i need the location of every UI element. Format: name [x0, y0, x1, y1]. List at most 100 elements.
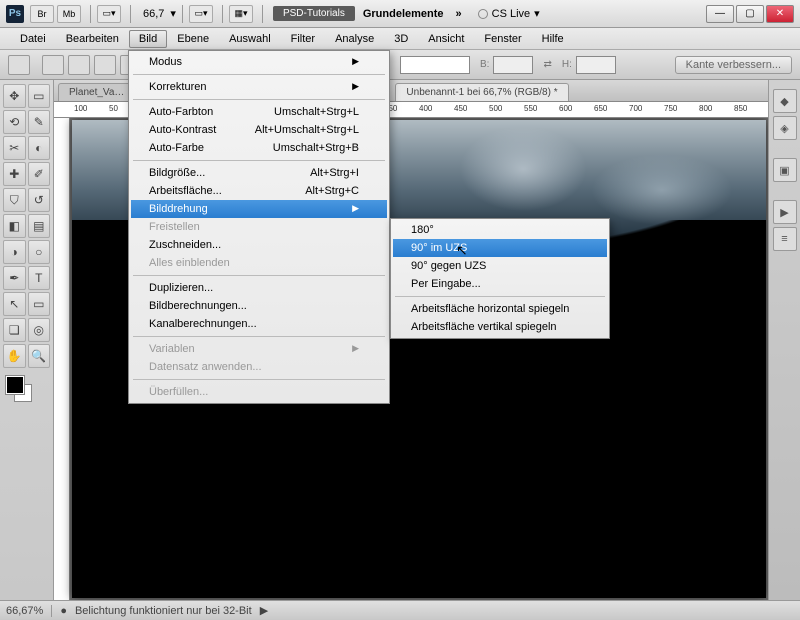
- submenu-bilddrehung: 180° 90° im UZS 90° gegen UZS Per Eingab…: [390, 218, 610, 339]
- move-tool[interactable]: ✥: [3, 84, 26, 108]
- close-button[interactable]: ✕: [766, 5, 794, 23]
- panel-icon-1[interactable]: ◆: [773, 89, 797, 113]
- hand-tool[interactable]: ✋: [3, 344, 26, 368]
- menu-fenster[interactable]: Fenster: [474, 30, 531, 48]
- menu-ebene[interactable]: Ebene: [167, 30, 219, 48]
- selection-new[interactable]: [42, 55, 64, 75]
- dodge-tool[interactable]: ○: [28, 240, 51, 264]
- mi-auto-farbton[interactable]: Auto-FarbtonUmschalt+Strg+L: [131, 103, 387, 121]
- maximize-button[interactable]: ▢: [736, 5, 764, 23]
- options-bar: B: ⇄ H: Kante verbessern...: [0, 50, 800, 80]
- mi-modus[interactable]: Modus▶: [131, 53, 387, 71]
- mi-freistellen: Freistellen: [131, 218, 387, 236]
- panel-icon-4[interactable]: ▶: [773, 200, 797, 224]
- mi-alles-einblenden: Alles einblenden: [131, 254, 387, 272]
- ruler-vertical: [54, 118, 70, 600]
- camera-tool[interactable]: ◎: [28, 318, 51, 342]
- menubar: Datei Bearbeiten Bild Ebene Auswahl Filt…: [0, 28, 800, 50]
- shape-tool[interactable]: ▭: [28, 292, 51, 316]
- mi-variablen: Variablen▶: [131, 340, 387, 358]
- gradient-tool[interactable]: ▤: [28, 214, 51, 238]
- tab-unbenannt[interactable]: Unbenannt-1 bei 66,7% (RGB/8) *: [395, 83, 568, 101]
- height-field[interactable]: [576, 56, 616, 74]
- mi-rotate-arbitrary[interactable]: Per Eingabe...: [393, 275, 607, 293]
- pen-tool[interactable]: ✒: [3, 266, 26, 290]
- view-extras-button[interactable]: ▭▾: [189, 5, 213, 23]
- eyedropper-tool[interactable]: ◐: [28, 136, 51, 160]
- menu-auswahl[interactable]: Auswahl: [219, 30, 281, 48]
- quick-select-tool[interactable]: ✎: [28, 110, 51, 134]
- zoom-tool[interactable]: 🔍: [28, 344, 51, 368]
- minimize-button[interactable]: —: [706, 5, 734, 23]
- eraser-tool[interactable]: ◧: [3, 214, 26, 238]
- minibridge-button[interactable]: Mb: [57, 5, 81, 23]
- crop-tool[interactable]: ✂: [3, 136, 26, 160]
- workspace-label[interactable]: Grundelemente: [363, 8, 444, 20]
- mi-arbeitsflaeche[interactable]: Arbeitsfläche...Alt+Strg+C: [131, 182, 387, 200]
- menu-analyse[interactable]: Analyse: [325, 30, 384, 48]
- brush-tool[interactable]: ✐: [28, 162, 51, 186]
- panel-icon-2[interactable]: ◈: [773, 116, 797, 140]
- menu-datei[interactable]: Datei: [10, 30, 56, 48]
- foreground-color[interactable]: [6, 376, 24, 394]
- status-arrow-icon[interactable]: ▶: [260, 604, 268, 617]
- mi-auto-kontrast[interactable]: Auto-KontrastAlt+Umschalt+Strg+L: [131, 121, 387, 139]
- selection-subtract[interactable]: [94, 55, 116, 75]
- workspace-more-icon[interactable]: »: [456, 8, 462, 20]
- panel-icon-5[interactable]: ≡: [773, 227, 797, 251]
- statusbar: 66,67% ● Belichtung funktioniert nur bei…: [0, 600, 800, 620]
- panel-icon-3[interactable]: ▣: [773, 158, 797, 182]
- menu-bearbeiten[interactable]: Bearbeiten: [56, 30, 129, 48]
- stamp-tool[interactable]: ⛉: [3, 188, 26, 212]
- color-swatches[interactable]: [6, 376, 36, 404]
- blur-tool[interactable]: ◑: [3, 240, 26, 264]
- mi-rotate-90-cw[interactable]: 90° im UZS: [393, 239, 607, 257]
- bridge-button[interactable]: Br: [30, 5, 54, 23]
- mi-datensatz: Datensatz anwenden...: [131, 358, 387, 376]
- workspace: ✥▭ ⟲✎ ✂◐ ✚✐ ⛉↺ ◧▤ ◑○ ✒T ↖▭ ❏◎ ✋🔍 Planet_…: [0, 80, 800, 600]
- menu-bild-dropdown: Modus▶ Korrekturen▶ Auto-FarbtonUmschalt…: [128, 50, 390, 404]
- history-brush-tool[interactable]: ↺: [28, 188, 51, 212]
- mi-rotate-90-ccw[interactable]: 90° gegen UZS: [393, 257, 607, 275]
- zoom-level[interactable]: 66,7: [143, 8, 164, 20]
- chevron-down-icon[interactable]: ▾: [170, 7, 176, 20]
- mi-auto-farbe[interactable]: Auto-FarbeUmschalt+Strg+B: [131, 139, 387, 157]
- screen-mode-button[interactable]: ▭▾: [97, 5, 121, 23]
- arrange-docs-button[interactable]: ▦▾: [229, 5, 253, 23]
- swap-icon[interactable]: ⇄: [543, 59, 551, 70]
- mi-duplizieren[interactable]: Duplizieren...: [131, 279, 387, 297]
- mi-korrekturen[interactable]: Korrekturen▶: [131, 78, 387, 96]
- heal-tool[interactable]: ✚: [3, 162, 26, 186]
- marquee-tool[interactable]: ▭: [28, 84, 51, 108]
- 3d-tool[interactable]: ❏: [3, 318, 26, 342]
- menu-ansicht[interactable]: Ansicht: [418, 30, 474, 48]
- mi-flip-horizontal[interactable]: Arbeitsfläche horizontal spiegeln: [393, 300, 607, 318]
- lasso-tool[interactable]: ⟲: [3, 110, 26, 134]
- mi-zuschneiden[interactable]: Zuschneiden...: [131, 236, 387, 254]
- refine-edge-button[interactable]: Kante verbessern...: [675, 56, 792, 74]
- mi-kanalberechnungen[interactable]: Kanalberechnungen...: [131, 315, 387, 333]
- photoshop-icon: Ps: [6, 5, 24, 23]
- height-label: H:: [562, 59, 572, 70]
- cslive-button[interactable]: CS Live ▾: [478, 7, 540, 20]
- selection-add[interactable]: [68, 55, 90, 75]
- path-select-tool[interactable]: ↖: [3, 292, 26, 316]
- tool-preset-picker[interactable]: [8, 55, 30, 75]
- psd-tutorials-badge[interactable]: PSD-Tutorials: [273, 6, 355, 21]
- tab-planet[interactable]: Planet_Va…: [58, 83, 135, 101]
- options-dropdown[interactable]: [400, 56, 470, 74]
- width-field[interactable]: [493, 56, 533, 74]
- menu-hilfe[interactable]: Hilfe: [532, 30, 574, 48]
- toolbox: ✥▭ ⟲✎ ✂◐ ✚✐ ⛉↺ ◧▤ ◑○ ✒T ↖▭ ❏◎ ✋🔍: [0, 80, 54, 600]
- mi-bilddrehung[interactable]: Bilddrehung▶: [131, 200, 387, 218]
- mi-bildgroesse[interactable]: Bildgröße...Alt+Strg+I: [131, 164, 387, 182]
- status-message: Belichtung funktioniert nur bei 32-Bit: [75, 605, 252, 617]
- status-zoom[interactable]: 66,67%: [6, 605, 52, 617]
- menu-3d[interactable]: 3D: [384, 30, 418, 48]
- menu-bild[interactable]: Bild: [129, 30, 167, 48]
- mi-rotate-180[interactable]: 180°: [393, 221, 607, 239]
- type-tool[interactable]: T: [28, 266, 51, 290]
- mi-flip-vertical[interactable]: Arbeitsfläche vertikal spiegeln: [393, 318, 607, 336]
- menu-filter[interactable]: Filter: [281, 30, 325, 48]
- mi-bildberechnungen[interactable]: Bildberechnungen...: [131, 297, 387, 315]
